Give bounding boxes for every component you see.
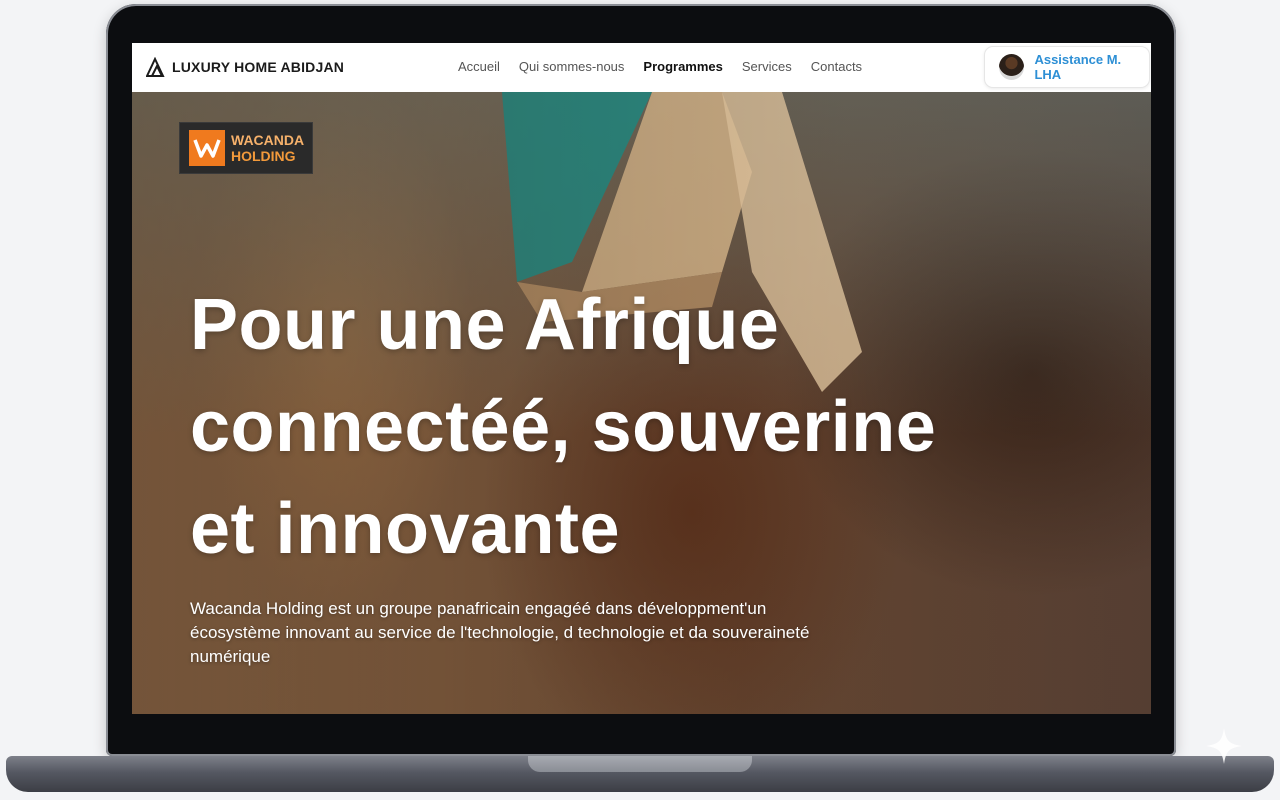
site-navbar: LUXURY HOME ABIDJAN Accueil Qui sommes-n… (132, 43, 1151, 93)
assistance-button[interactable]: Assistance M. LHA (984, 46, 1150, 88)
badge-line1: WACANDA (231, 132, 305, 148)
site-logo[interactable]: LUXURY HOME ABIDJAN (146, 57, 344, 77)
description-line3: numérique (190, 647, 271, 666)
nav-link-contacts[interactable]: Contacts (811, 59, 862, 74)
wacanda-w-logo-icon (189, 130, 225, 166)
wacanda-holding-badge: WACANDA HOLDING (179, 122, 313, 174)
mountain-logo-icon (146, 57, 165, 77)
hero-section: WACANDA HOLDING Pour une Afrique connect… (132, 92, 1151, 714)
hero-description: Wacanda Holding est un groupe panafricai… (190, 597, 1030, 669)
laptop-notch (528, 756, 752, 772)
headline-line2: connectéé, souverine (190, 387, 937, 467)
badge-line2: HOLDING (231, 148, 296, 164)
nav-link-programmes[interactable]: Programmes (643, 59, 722, 74)
sparkle-icon (1206, 728, 1242, 764)
laptop-screen: LUXURY HOME ABIDJAN Accueil Qui sommes-n… (132, 43, 1151, 714)
description-line1: Wacanda Holding est un groupe panafricai… (190, 599, 767, 618)
person-avatar (999, 54, 1025, 80)
nav-links: Accueil Qui sommes-nous Programmes Servi… (458, 59, 881, 74)
headline-line1: Pour une Afrique (190, 285, 780, 365)
badge-text: WACANDA HOLDING (231, 132, 304, 164)
nav-link-services[interactable]: Services (742, 59, 792, 74)
hero-headline: Pour une Afrique connectéé, souverine et… (190, 274, 1090, 580)
nav-link-qui-sommes-nous[interactable]: Qui sommes-nous (519, 59, 624, 74)
assistance-label: Assistance M. LHA (1034, 52, 1122, 82)
nav-link-accueil[interactable]: Accueil (458, 59, 500, 74)
headline-line3: et innovante (190, 489, 621, 569)
site-logo-text: LUXURY HOME ABIDJAN (172, 59, 345, 75)
description-line2: écosystème innovant au service de l'tech… (190, 623, 810, 642)
